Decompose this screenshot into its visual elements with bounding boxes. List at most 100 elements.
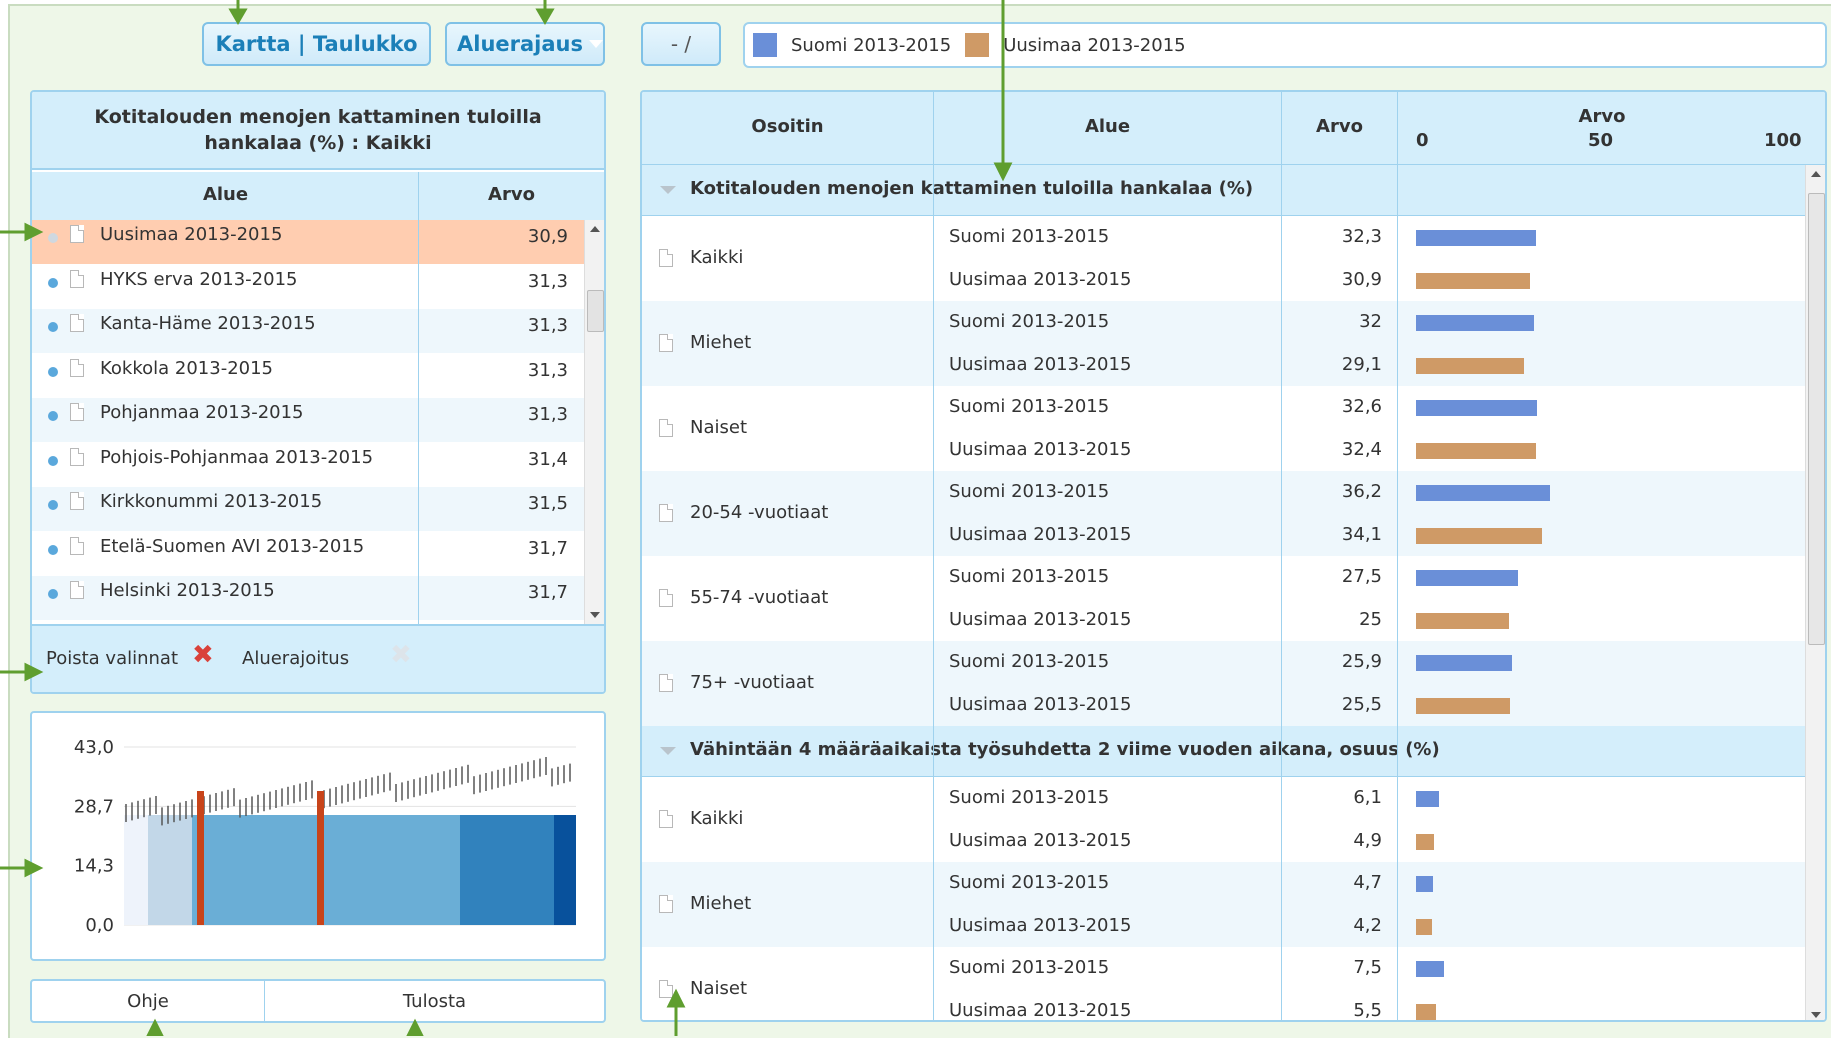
row-marker-icon [48,544,58,555]
chevron-down-icon [589,40,603,48]
row-value: 31,3 [527,359,568,381]
bar-tick-100: 100 [1764,130,1802,151]
row-value: 25 [1359,609,1382,630]
row-value: 31,5 [527,493,568,514]
left-scrollbar[interactable] [584,220,604,624]
indicator-row[interactable]: Naiset Suomi 2013-2015 7,5 Uusimaa 2013-201… [642,947,1805,1020]
value-bar [1416,358,1524,374]
right-scrollbar[interactable] [1805,165,1825,1020]
document-icon [70,403,84,421]
value-bar [1416,655,1512,671]
indicator-label: Miehet [690,893,752,914]
row-area: Uusimaa 2013-2015 [949,694,1132,715]
col-header-area[interactable]: Alue [934,116,1281,137]
indicator-row[interactable]: Miehet Suomi 2013-2015 32 Uusimaa 2013-2015… [642,301,1805,386]
row-value: 32,4 [1341,439,1382,460]
collapse-triangle-icon[interactable] [660,186,676,194]
column-divider [933,165,934,1020]
indicator-row[interactable]: 20-54 -vuotiaat Suomi 2013-2015 36,2 Uusima… [642,471,1805,556]
left-footer: Poista valinnat ✖ Aluerajoitus ✖ [32,624,604,692]
table-row[interactable]: Kokkola 2013-2015 31,3 [32,353,584,398]
value-bar [1416,315,1535,331]
column-divider [1397,165,1398,1020]
indicator-label: Kaikki [690,808,744,829]
table-row[interactable]: Helsinki 2013-2015 31,7 [32,576,584,620]
col-header-indicator[interactable]: Osoitin [642,116,933,137]
indicator-row[interactable]: Kaikki Suomi 2013-2015 6,1 Uusimaa 2013-201… [642,777,1805,862]
document-icon [659,589,673,607]
indicator-label: Naiset [690,417,748,438]
row-value: 31,3 [527,315,568,336]
indicator-row[interactable]: 55-74 -vuotiaat Suomi 2013-2015 27,5 Uusima… [642,556,1805,641]
document-icon [659,504,673,522]
group-header[interactable]: Kotitalouden menojen kattaminen tuloilla… [642,165,1805,216]
table-row[interactable]: HYKS erva 2013-2015 31,3 [32,264,584,309]
value-bar [1416,273,1531,289]
row-area: Etelä-Suomen AVI 2013-2015 [100,535,365,557]
indicator-row[interactable]: Miehet Suomi 2013-2015 4,7 Uusimaa 2013-201… [642,862,1805,947]
y-tick-label: 14,3 [74,856,114,877]
legend-label: Uusimaa 2013-2015 [1003,34,1186,56]
row-value: 7,5 [1353,957,1382,978]
document-icon [659,980,673,998]
value-band [460,815,554,925]
area-limit-label[interactable]: Aluerajoitus [242,648,349,669]
row-marker-icon [48,233,58,243]
value-bar [1416,443,1536,459]
right-table-panel: Osoitin Alue Arvo Arvo 0 50 100 Kotitalo… [640,90,1827,1022]
indicator-row[interactable]: Naiset Suomi 2013-2015 32,6 Uusimaa 2013-20… [642,386,1805,471]
bottom-buttons: Ohje Tulosta [30,979,606,1023]
value-band [124,815,148,925]
row-area: Suomi 2013-2015 [949,787,1110,808]
value-band [554,815,576,925]
print-button[interactable]: Tulosta [265,981,604,1021]
row-area: HYKS erva 2013-2015 [100,268,298,290]
col-header-area[interactable]: Alue [32,184,419,205]
area-filter-dropdown[interactable]: Aluerajaus [445,22,605,66]
row-value: 27,5 [1341,566,1382,587]
row-area: Uusimaa 2013-2015 [949,609,1132,630]
legend-label: Suomi 2013-2015 [791,34,952,56]
document-icon [70,447,84,466]
table-row[interactable]: Pohjanmaa 2013-2015 31,3 [32,398,584,442]
document-icon [70,536,84,555]
document-icon [659,810,673,828]
close-icon[interactable]: ✖ [192,640,214,670]
row-area: Suomi 2013-2015 [949,957,1110,978]
row-value: 32 [1359,311,1382,332]
column-divider [1281,165,1282,1020]
row-value: 30,9 [527,226,568,247]
row-value: 25,9 [1341,651,1382,672]
help-button[interactable]: Ohje [32,981,265,1021]
col-header-value[interactable]: Arvo [1282,116,1397,137]
table-row[interactable]: Uusimaa 2013-2015 30,9 [32,220,584,264]
map-table-toggle-button[interactable]: Kartta | Taulukko [202,22,431,66]
indicator-row[interactable]: Kaikki Suomi 2013-2015 32,3 Uusimaa 2013-20… [642,216,1805,301]
row-value: 29,1 [1341,354,1382,375]
distribution-chart-panel: 43,0 28,7 14,3 0,0 [30,711,606,961]
row-value: 4,9 [1353,830,1382,851]
value-bar [1416,400,1537,416]
row-area: Pohjanmaa 2013-2015 [100,402,304,423]
document-icon [70,314,84,332]
row-area: Uusimaa 2013-2015 [949,830,1132,851]
table-row[interactable]: Etelä-Suomen AVI 2013-2015 31,7 [32,531,584,576]
zoom-control-button[interactable]: - / [641,22,721,66]
document-icon [659,674,673,692]
col-header-bar[interactable]: Arvo [1398,106,1806,127]
indicator-row[interactable]: 75+ -vuotiaat Suomi 2013-2015 25,9 Uusimaa … [642,641,1805,726]
bar-tick-50: 50 [1588,130,1614,151]
row-area: Kokkola 2013-2015 [100,357,274,379]
left-panel-title: Kotitalouden menojen kattaminen tuloilla… [32,92,604,170]
collapse-triangle-icon[interactable] [660,747,676,755]
value-bar [1416,791,1439,807]
row-area: Suomi 2013-2015 [949,872,1110,893]
row-area: Suomi 2013-2015 [949,651,1110,672]
table-row[interactable]: Kirkkonummi 2013-2015 31,5 [32,487,584,531]
value-bar [1416,961,1444,977]
table-row[interactable]: Pohjois-Pohjanmaa 2013-2015 31,4 [32,442,584,487]
table-row[interactable]: Kanta-Häme 2013-2015 31,3 [32,309,584,353]
clear-selections-label[interactable]: Poista valinnat [46,648,178,669]
col-header-value[interactable]: Arvo [419,184,604,205]
group-header[interactable]: Vähintään 4 määräaikaista työsuhdetta 2 … [642,726,1805,777]
